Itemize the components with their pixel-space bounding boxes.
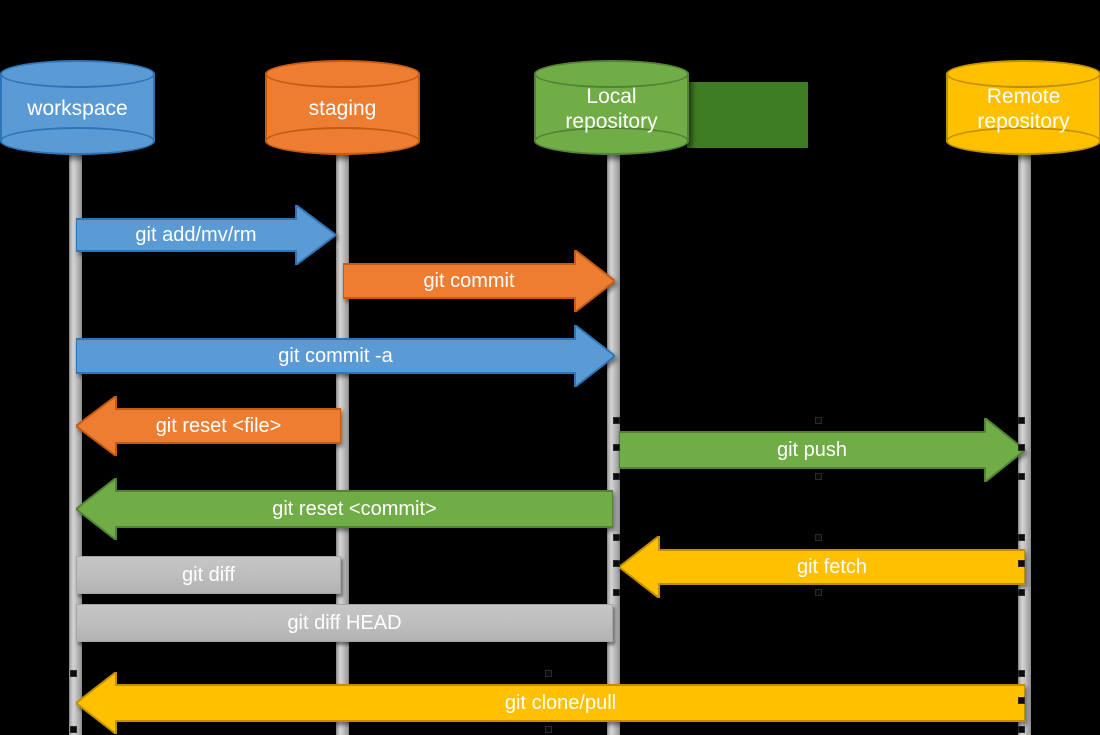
selection-handle[interactable] [1018,670,1025,677]
selection-handle[interactable] [545,670,552,677]
arrow-git-fetch[interactable]: git fetch [619,536,1025,598]
arrow-shape-git-fetch [619,536,1025,598]
arrow-git-add[interactable]: git add/mv/rm [76,205,336,265]
node-workspace[interactable]: workspace [0,60,155,155]
arrow-shape-git-reset-commit [76,478,613,540]
arrow-shape-git-commit [343,250,615,312]
node-label-staging: staging [265,60,420,155]
selection-handle[interactable] [1018,534,1025,541]
selection-handle[interactable] [1018,560,1025,567]
box-label-git-diff: git diff [182,563,235,586]
node-remote-repo[interactable]: Remote repository [946,60,1100,155]
arrow-git-commit-a[interactable]: git commit -a [76,325,615,387]
selection-handle[interactable] [815,473,822,480]
git-workflow-diagram: workspace staging Local repository Remote rep… [0,0,1100,735]
selection-handle[interactable] [1018,697,1025,704]
selection-handle[interactable] [613,534,620,541]
selection-handle[interactable] [1018,726,1025,733]
selection-handle[interactable] [1018,444,1025,451]
arrow-git-clone-pull[interactable]: git clone/pull [76,672,1025,734]
selection-handle[interactable] [613,560,620,567]
node-label-line1: Local [586,84,637,108]
arrow-shape-git-push [619,418,1025,482]
node-label-line1: Remote [986,84,1061,108]
selection-handle[interactable] [1018,589,1025,596]
selection-handle[interactable] [613,473,620,480]
arrow-git-commit[interactable]: git commit [343,250,615,312]
arrow-shape-git-clone-pull [76,672,1025,734]
node-label-line1: staging [308,97,377,121]
node-local-repo[interactable]: Local repository [534,60,689,155]
node-label-line2: repository [977,109,1070,133]
selection-handle[interactable] [70,726,77,733]
arrow-git-reset-file[interactable]: git reset <file> [76,396,341,456]
node-label-line1: workspace [27,97,128,121]
selection-handle[interactable] [1018,417,1025,424]
selection-handle[interactable] [815,417,822,424]
selection-handle[interactable] [613,589,620,596]
selection-handle[interactable] [815,589,822,596]
node-label-line2: repository [565,109,658,133]
dark-green-block [687,82,808,148]
arrow-shape-git-reset-file [76,396,341,456]
selection-handle[interactable] [70,670,77,677]
arrow-git-push[interactable]: git push [619,418,1025,482]
box-git-diff-head[interactable]: git diff HEAD [76,604,613,642]
arrow-shape-git-commit-a [76,325,615,387]
selection-handle[interactable] [1018,473,1025,480]
node-staging[interactable]: staging [265,60,420,155]
node-label-workspace: workspace [0,60,155,155]
arrow-shape-git-add [76,205,336,265]
node-label-remote-repo: Remote repository [946,60,1100,155]
box-git-diff[interactable]: git diff [76,556,341,594]
selection-handle[interactable] [613,417,620,424]
selection-handle[interactable] [613,444,620,451]
box-label-git-diff-head: git diff HEAD [287,611,402,634]
selection-handle[interactable] [815,534,822,541]
arrow-git-reset-commit[interactable]: git reset <commit> [76,478,613,540]
node-label-local-repo: Local repository [534,60,689,155]
selection-handle[interactable] [545,726,552,733]
